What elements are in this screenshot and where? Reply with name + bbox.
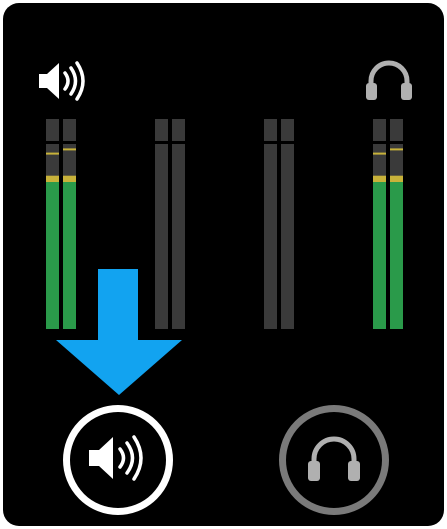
meter-level-yellow bbox=[63, 175, 76, 182]
channel-3-meter-left bbox=[264, 119, 277, 329]
meter-track bbox=[264, 119, 277, 329]
headphones-meter-right bbox=[390, 119, 403, 329]
meter-segment-gap bbox=[373, 141, 386, 144]
meter-peak-marker bbox=[46, 152, 59, 155]
meter-segment-gap bbox=[281, 141, 294, 144]
speaker-icon bbox=[37, 59, 89, 108]
headphones-icon bbox=[305, 432, 363, 489]
meter-segment-gap bbox=[264, 141, 277, 144]
speaker-icon bbox=[87, 432, 149, 489]
down-arrow-icon bbox=[56, 269, 182, 400]
meter-segment-gap bbox=[46, 141, 59, 144]
meter-level-yellow bbox=[46, 175, 59, 182]
headphones-meter-left bbox=[373, 119, 386, 329]
headphones-icon bbox=[363, 57, 415, 108]
meter-segment-gap bbox=[63, 141, 76, 144]
meter-segment-gap bbox=[172, 141, 185, 144]
audio-output-panel bbox=[3, 3, 444, 526]
meter-level-green bbox=[390, 182, 403, 329]
headphones-output-button[interactable] bbox=[279, 405, 389, 515]
speaker-output-button[interactable] bbox=[63, 405, 173, 515]
meter-level-yellow bbox=[390, 175, 403, 182]
meter-peak-marker bbox=[373, 152, 386, 155]
meter-level-yellow bbox=[373, 175, 386, 182]
meter-peak-marker bbox=[390, 148, 403, 151]
meter-segment-gap bbox=[390, 141, 403, 144]
meter-level-green bbox=[373, 182, 386, 329]
meter-segment-gap bbox=[155, 141, 168, 144]
meter-track bbox=[281, 119, 294, 329]
channel-3-meter-right bbox=[281, 119, 294, 329]
meter-peak-marker bbox=[63, 148, 76, 151]
